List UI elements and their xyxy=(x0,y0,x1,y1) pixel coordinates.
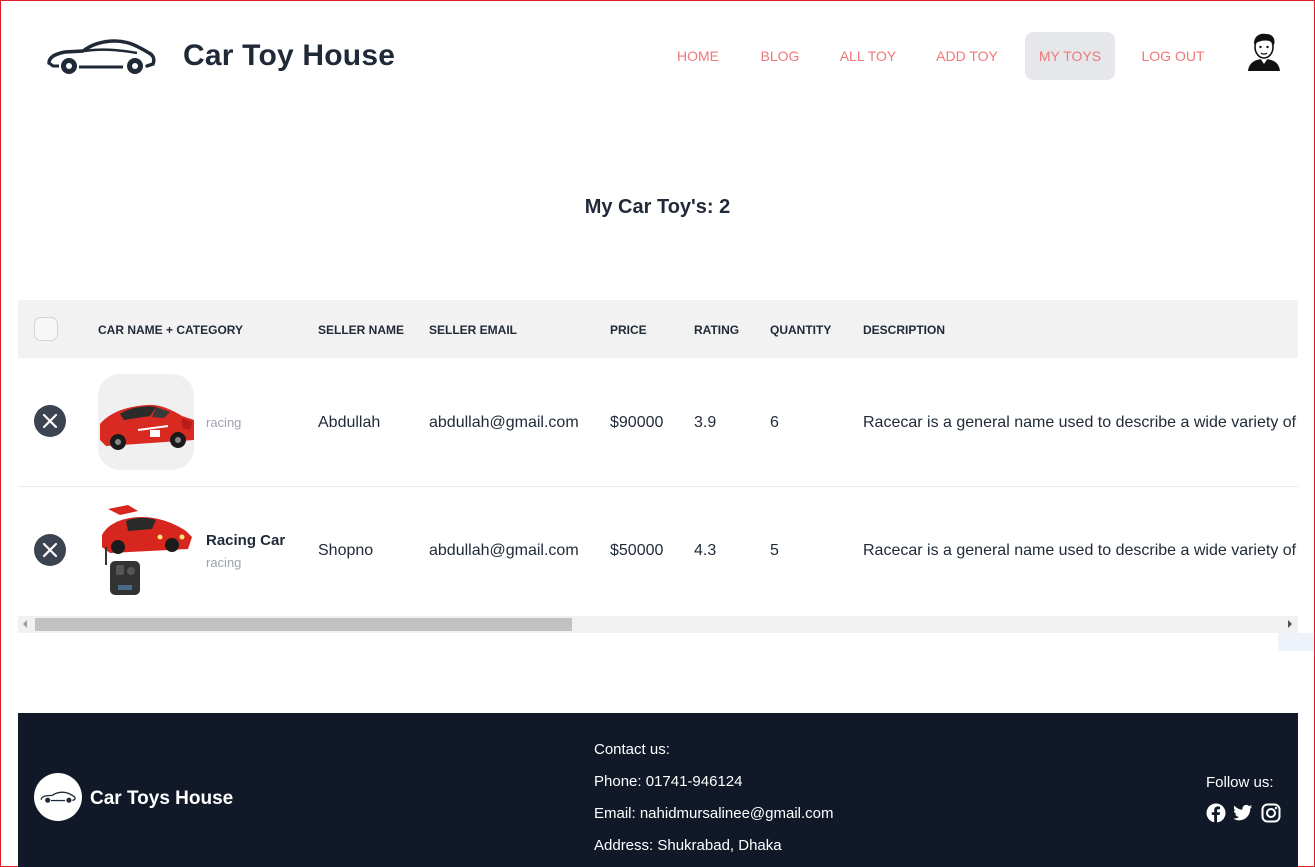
column-header-description: DESCRIPTION xyxy=(863,323,946,337)
seller-email: abdullah@gmail.com xyxy=(429,542,579,559)
contact-title: Contact us: xyxy=(594,741,670,758)
delete-button[interactable] xyxy=(34,405,66,437)
contact-email: Email: nahidmursalinee@gmail.com xyxy=(594,805,834,822)
footer: Car Toys House Contact us: Phone: 01741-… xyxy=(18,713,1298,867)
rating: 3.9 xyxy=(694,414,717,431)
column-header-seller-name: SELLER NAME xyxy=(318,323,405,337)
follow-label: Follow us: xyxy=(1206,774,1274,791)
quantity: 5 xyxy=(770,542,779,559)
nav-log-out-link[interactable]: LOG OUT xyxy=(1129,32,1217,80)
facebook-icon[interactable] xyxy=(1206,803,1226,823)
column-header-quantity: QUANTITY xyxy=(770,323,832,337)
nav-menu: HOME BLOG ALL TOY ADD TOY MY TOYS LOG OU… xyxy=(1,32,1314,80)
seller-email: abdullah@gmail.com xyxy=(429,414,579,431)
price: $90000 xyxy=(610,414,664,431)
contact-phone: Phone: 01741-946124 xyxy=(594,773,743,790)
description: Racecar is a general name used to descri… xyxy=(863,542,1298,559)
table-row: racing Abdullah abdullah@gmail.com $9000… xyxy=(18,358,1298,487)
user-avatar-icon[interactable] xyxy=(1245,31,1283,71)
nav-add-toy-link[interactable]: ADD TOY xyxy=(923,32,1011,80)
nav-my-toys-link[interactable]: MY TOYS xyxy=(1025,32,1115,80)
table-header: CAR NAME + CATEGORY SELLER NAME SELLER E… xyxy=(18,300,1298,358)
footer-brand: Car Toys House xyxy=(90,788,234,809)
instagram-icon[interactable] xyxy=(1261,803,1281,823)
close-icon xyxy=(42,542,58,558)
quantity: 6 xyxy=(770,414,779,431)
scrollbar-thumb[interactable] xyxy=(35,618,572,631)
nav-all-toy-link[interactable]: ALL TOY xyxy=(827,32,909,80)
scroll-left-arrow-icon[interactable] xyxy=(23,620,27,628)
seller-name: Shopno xyxy=(318,542,374,559)
column-header-car-name: CAR NAME + CATEGORY xyxy=(98,323,244,337)
page-title: My Car Toy's: 2 xyxy=(584,196,731,218)
navbar: Car Toy House HOME BLOG ALL TOY ADD TOY … xyxy=(1,1,1314,111)
toys-table: CAR NAME + CATEGORY SELLER NAME SELLER E… xyxy=(18,300,1298,633)
car-logo-icon xyxy=(40,791,76,803)
side-tab xyxy=(1278,633,1314,651)
car-name: Racing Car xyxy=(206,532,286,549)
scroll-right-arrow-icon[interactable] xyxy=(1288,620,1292,628)
column-header-rating: RATING xyxy=(694,323,740,337)
car-category: racing xyxy=(206,555,242,570)
seller-name: Abdullah xyxy=(318,414,381,431)
close-icon xyxy=(42,413,58,429)
footer-logo xyxy=(34,773,82,821)
car-category: racing xyxy=(206,415,242,430)
contact-address: Address: Shukrabad, Dhaka xyxy=(594,837,782,854)
description: Racecar is a general name used to descri… xyxy=(863,414,1298,431)
horizontal-scrollbar[interactable] xyxy=(18,616,1298,633)
nav-blog-link[interactable]: BLOG xyxy=(747,32,813,80)
rating: 4.3 xyxy=(694,542,717,559)
table-row: Racing Car racing Shopno abdullah@gmail.… xyxy=(18,488,1298,617)
select-all-checkbox[interactable] xyxy=(34,317,58,341)
delete-button[interactable] xyxy=(34,534,66,566)
column-header-seller-email: SELLER EMAIL xyxy=(429,323,518,337)
toy-thumbnail xyxy=(98,503,194,599)
column-header-price: PRICE xyxy=(610,323,647,337)
nav-home-link[interactable]: HOME xyxy=(663,32,733,80)
price: $50000 xyxy=(610,542,664,559)
twitter-icon[interactable] xyxy=(1233,803,1253,823)
toy-thumbnail xyxy=(98,374,194,470)
